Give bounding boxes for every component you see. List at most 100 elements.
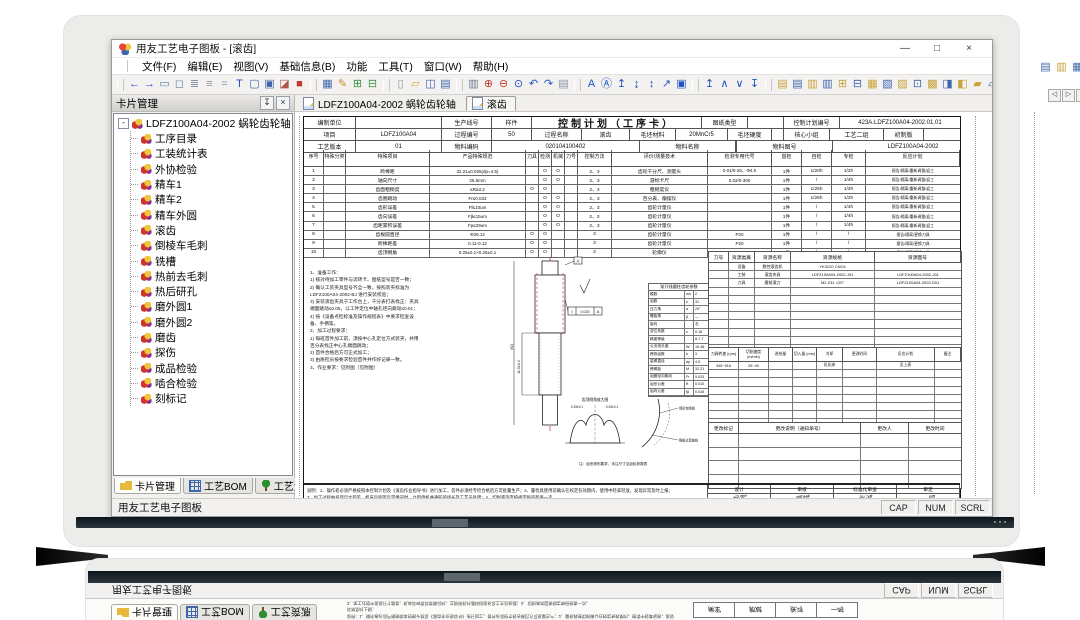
arrow-ne-icon[interactable]: ↗ (659, 77, 674, 92)
tree-item[interactable]: 热前去毛刺 (131, 269, 292, 284)
document-tab[interactable]: LDFZ100A04-2002 蜗轮齿轮轴 (298, 96, 464, 111)
edge-doc-icon[interactable]: ▤ (1038, 60, 1053, 75)
tree-item[interactable]: 热后研孔 (131, 284, 292, 299)
tree-item[interactable]: 精车1 (131, 177, 292, 192)
tree-root[interactable]: - LDFZ100A04-2002 蜗轮齿轮轴 (118, 116, 292, 131)
font-icon[interactable]: A (584, 77, 599, 92)
tree-item[interactable]: 精车2 (131, 192, 292, 207)
tab-scroll-left-icon[interactable]: ◁ (1048, 89, 1061, 102)
print-icon[interactable]: ▥ (466, 77, 481, 92)
textbox-icon[interactable]: ▢ (247, 77, 262, 92)
forward-icon[interactable]: → (142, 77, 157, 92)
edit-pencil-icon[interactable]: ✎ (335, 77, 350, 92)
row-insert-icon[interactable]: ▤ (775, 77, 790, 92)
text-frame-icon[interactable]: ▣ (674, 77, 689, 92)
menu-item[interactable]: 功能 (346, 59, 367, 74)
column-header: 检测 (539, 150, 552, 166)
align-right-icon[interactable]: = (217, 77, 232, 92)
column-header: 特殊分类 (324, 150, 346, 166)
tree-item[interactable]: 磨外圆1 (131, 299, 292, 314)
open-folder-icon[interactable]: ▱ (408, 77, 423, 92)
cell-merge-icon[interactable]: ⊞ (835, 77, 850, 92)
menu-item[interactable]: 帮助(H) (473, 59, 509, 74)
cell-fill-icon[interactable]: ▩ (925, 77, 940, 92)
zoom-in-icon[interactable]: ⊕ (481, 77, 496, 92)
sidebar-tab[interactable]: 工艺BOM (183, 478, 253, 494)
copy-card-icon[interactable]: ▰ (970, 77, 985, 92)
tree-item[interactable]: 啮合检验 (131, 376, 292, 391)
doc-info-icon[interactable]: ▤ (556, 77, 571, 92)
menu-item[interactable]: 基础信息(B) (279, 59, 335, 74)
save-icon[interactable]: ◫ (423, 77, 438, 92)
edge-table-icon[interactable]: ▦ (1070, 60, 1080, 75)
align-left-icon[interactable]: ≣ (187, 77, 202, 92)
minimize-button[interactable]: — (889, 43, 921, 54)
tree-item[interactable]: 精车外圆 (131, 207, 292, 222)
border-right-icon[interactable]: ◨ (940, 77, 955, 92)
zoom-fit-icon[interactable]: ⊙ (511, 77, 526, 92)
align-bottom-edge-icon[interactable]: ↧ (747, 77, 762, 92)
taskbar-app-segment[interactable] (432, 519, 468, 527)
method-cell: 2、3 (578, 212, 612, 220)
sidebar-tab[interactable]: 卡片管理 (114, 478, 181, 494)
border-left-icon[interactable]: ◧ (955, 77, 970, 92)
image-remove-icon[interactable]: ⊟ (365, 77, 380, 92)
tree-item[interactable]: 倒棱车毛刺 (131, 238, 292, 253)
menu-item[interactable]: 工具(T) (378, 59, 412, 74)
undo-icon[interactable]: ↶ (526, 77, 541, 92)
zoom-select-icon[interactable]: ◻ (172, 77, 187, 92)
tree-item[interactable]: 磨齿 (131, 330, 292, 345)
tree-item[interactable]: 工序目录 (131, 131, 292, 146)
menu-item[interactable]: 窗口(W) (424, 59, 462, 74)
save-all-icon[interactable]: ▤ (438, 77, 453, 92)
redo-icon[interactable]: ↷ (541, 77, 556, 92)
move-down-icon[interactable]: ∨ (732, 77, 747, 92)
align-center-icon[interactable]: ≡ (202, 77, 217, 92)
close-panel-icon[interactable]: × (276, 96, 290, 110)
arrow-updown-icon[interactable]: ↨ (629, 77, 644, 92)
col-delete-icon[interactable]: ▥ (820, 77, 835, 92)
close-button[interactable]: × (953, 43, 985, 54)
zoom-out-icon[interactable]: ⊖ (496, 77, 511, 92)
tree-item[interactable]: 成品检验 (131, 360, 292, 375)
tree-item[interactable]: 磨外圆2 (131, 315, 292, 330)
paste-card-icon[interactable]: ▱ (985, 77, 992, 92)
arrow-up-bar-icon[interactable]: ↥ (614, 77, 629, 92)
arrow-resize-icon[interactable]: ↕ (644, 77, 659, 92)
collapse-icon[interactable]: - (118, 118, 129, 129)
table-delete-icon[interactable]: ▧ (880, 77, 895, 92)
text-tool-icon[interactable]: T (232, 77, 247, 92)
edge-copy-icon[interactable]: ▥ (1054, 60, 1069, 75)
new-doc-icon[interactable]: ▯ (393, 77, 408, 92)
menu-item[interactable]: 编辑(E) (187, 59, 222, 74)
tab-scroll-right-icon[interactable]: ▷ (1062, 89, 1075, 102)
tree-item[interactable]: 刻标记 (131, 391, 292, 406)
text-circle-icon[interactable]: Ⓐ (599, 77, 614, 92)
tree-item[interactable]: 探伤 (131, 345, 292, 360)
row-paste-icon[interactable]: ⊡ (910, 77, 925, 92)
move-up-icon[interactable]: ∧ (717, 77, 732, 92)
document-tab[interactable]: 滚齿 (466, 96, 516, 111)
menu-item[interactable]: 视图(V) (233, 59, 268, 74)
tree-item[interactable]: 滚齿 (131, 223, 292, 238)
select-frame-icon[interactable]: ▭ (157, 77, 172, 92)
row-delete-icon[interactable]: ▤ (790, 77, 805, 92)
row-copy-icon[interactable]: ▨ (895, 77, 910, 92)
restore-button[interactable]: □ (921, 43, 953, 54)
image-insert-icon[interactable]: ⊞ (350, 77, 365, 92)
tree-item[interactable]: 铣槽 (131, 253, 292, 268)
tree-item[interactable]: 工装统计表 (131, 146, 292, 161)
table-cell-icon[interactable]: ▣ (262, 77, 277, 92)
pin-icon[interactable]: ↧ (260, 96, 274, 110)
col-insert-icon[interactable]: ▥ (805, 77, 820, 92)
tab-close-icon[interactable]: × (1076, 89, 1080, 102)
tree-item[interactable]: 外协检验 (131, 162, 292, 177)
fill-color-icon[interactable]: ■ (292, 77, 307, 92)
cell-split-icon[interactable]: ⊟ (850, 77, 865, 92)
table-insert-icon[interactable]: ▦ (865, 77, 880, 92)
align-top-edge-icon[interactable]: ↥ (702, 77, 717, 92)
table-draw-icon[interactable]: ▦ (320, 77, 335, 92)
eraser-icon[interactable]: ◪ (277, 77, 292, 92)
back-icon[interactable]: ← (127, 77, 142, 92)
menu-item[interactable]: 文件(F) (142, 59, 176, 74)
